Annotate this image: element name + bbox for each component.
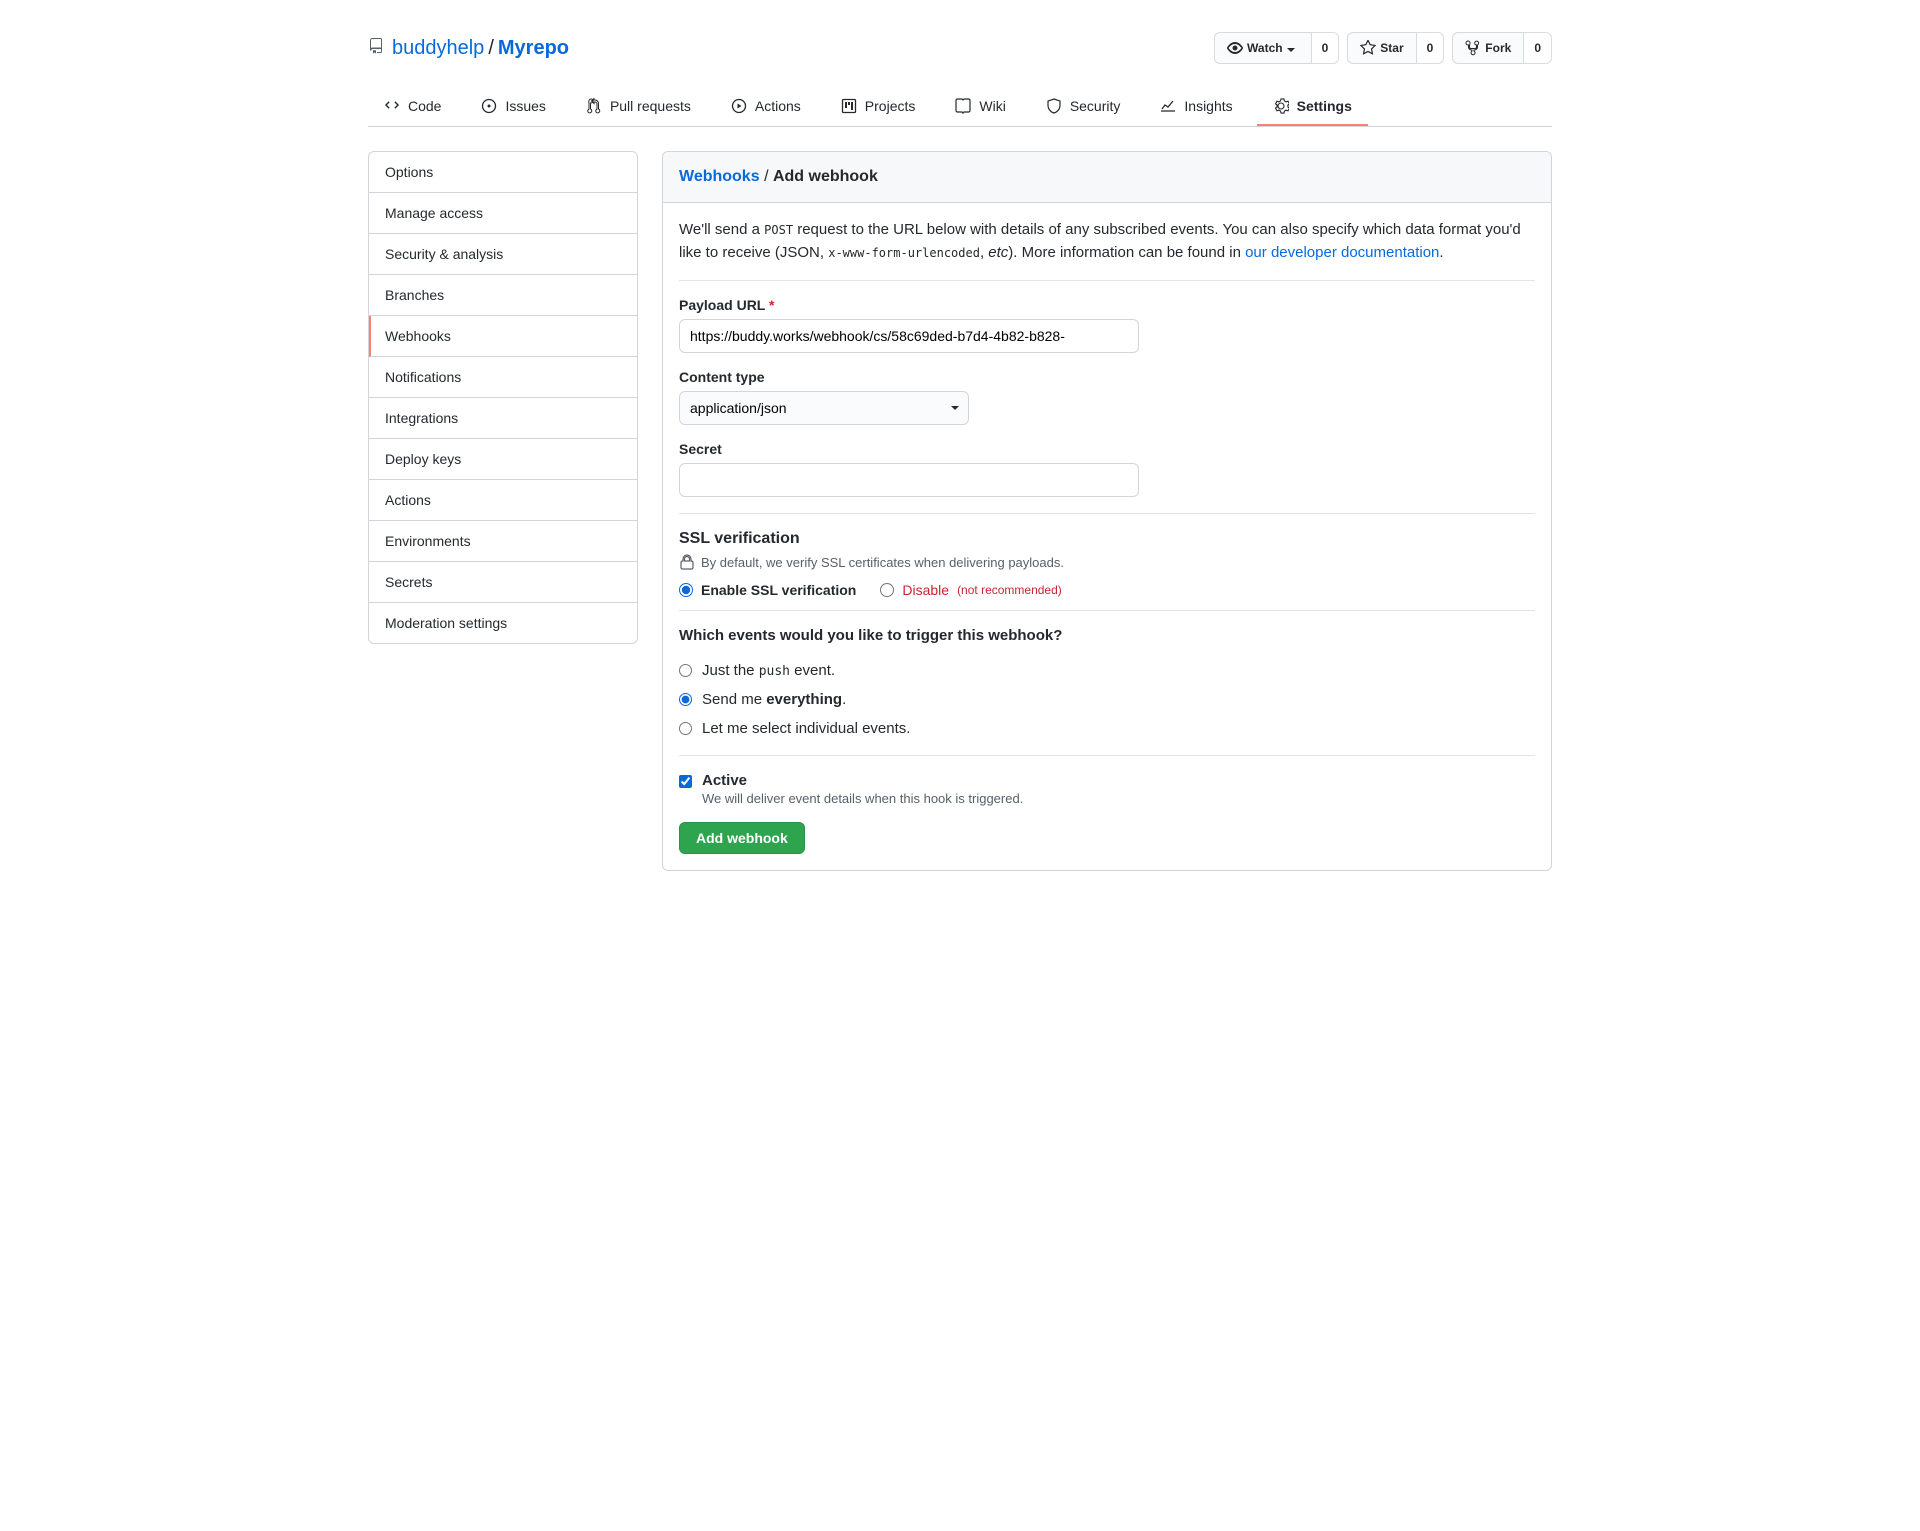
tab-insights[interactable]: Insights <box>1144 88 1248 126</box>
ssl-title: SSL verification <box>679 530 1535 548</box>
graph-icon <box>1160 98 1176 114</box>
payload-url-label: Payload URL * <box>679 297 1535 313</box>
eye-icon <box>1227 40 1243 56</box>
events-everything-radio[interactable] <box>679 693 692 706</box>
add-webhook-button[interactable]: Add webhook <box>679 822 805 854</box>
ssl-disable-option[interactable]: Disable (not recommended) <box>880 582 1061 598</box>
sidebar-item-options[interactable]: Options <box>369 152 637 193</box>
tab-settings[interactable]: Settings <box>1257 88 1368 126</box>
sidebar-item-integrations[interactable]: Integrations <box>369 398 637 439</box>
watch-count[interactable]: 0 <box>1312 32 1340 64</box>
tab-security[interactable]: Security <box>1030 88 1137 126</box>
tab-pull-requests[interactable]: Pull requests <box>570 88 707 126</box>
watch-button[interactable]: Watch <box>1214 32 1312 64</box>
ssl-note: By default, we verify SSL certificates w… <box>679 554 1535 570</box>
tab-issues[interactable]: Issues <box>465 88 561 126</box>
repo-nav: Code Issues Pull requests Actions Projec… <box>368 88 1552 127</box>
play-icon <box>731 98 747 114</box>
shield-icon <box>1046 98 1062 114</box>
events-push-radio[interactable] <box>679 664 692 677</box>
intro-text: We'll send a POST request to the URL bel… <box>679 219 1535 264</box>
watch-label: Watch <box>1247 38 1283 58</box>
events-select-option[interactable]: Let me select individual events. <box>679 714 1535 743</box>
code-icon <box>384 98 400 114</box>
ssl-enable-radio[interactable] <box>679 583 693 597</box>
crumb-sep: / <box>764 168 768 185</box>
fork-label: Fork <box>1485 38 1511 58</box>
fork-button[interactable]: Fork <box>1452 32 1524 64</box>
events-title: Which events would you like to trigger t… <box>679 627 1535 644</box>
fork-icon <box>1465 40 1481 56</box>
project-icon <box>841 98 857 114</box>
star-label: Star <box>1380 38 1403 58</box>
sidebar-item-notifications[interactable]: Notifications <box>369 357 637 398</box>
repo-icon <box>368 37 384 60</box>
ssl-disable-radio[interactable] <box>880 583 894 597</box>
fork-count[interactable]: 0 <box>1524 32 1552 64</box>
secret-input[interactable] <box>679 463 1139 497</box>
sidebar-item-deploy-keys[interactable]: Deploy keys <box>369 439 637 480</box>
star-icon <box>1360 40 1376 56</box>
page-title: Add webhook <box>773 168 878 185</box>
sidebar-item-webhooks[interactable]: Webhooks <box>369 316 637 357</box>
gear-icon <box>1273 98 1289 114</box>
tab-actions[interactable]: Actions <box>715 88 817 126</box>
sidebar-item-actions[interactable]: Actions <box>369 480 637 521</box>
content-type-label: Content type <box>679 369 1535 385</box>
pr-icon <box>586 98 602 114</box>
events-everything-option[interactable]: Send me everything. <box>679 685 1535 714</box>
star-button[interactable]: Star <box>1347 32 1416 64</box>
tab-code[interactable]: Code <box>368 88 457 126</box>
owner-link[interactable]: buddyhelp <box>392 37 484 60</box>
sidebar-item-security-analysis[interactable]: Security & analysis <box>369 234 637 275</box>
repo-link[interactable]: Myrepo <box>498 37 569 60</box>
dev-docs-link[interactable]: our developer documentation <box>1245 244 1439 261</box>
sidebar-item-moderation[interactable]: Moderation settings <box>369 603 637 643</box>
sidebar-item-manage-access[interactable]: Manage access <box>369 193 637 234</box>
content-type-select[interactable]: application/json <box>679 391 969 425</box>
lock-icon <box>679 554 695 570</box>
events-push-option[interactable]: Just the push event. <box>679 656 1535 685</box>
box-header: Webhooks / Add webhook <box>663 152 1551 203</box>
breadcrumb-sep: / <box>488 37 494 60</box>
settings-sidebar: Options Manage access Security & analysi… <box>368 151 638 644</box>
active-note: We will deliver event details when this … <box>702 791 1023 806</box>
tab-projects[interactable]: Projects <box>825 88 932 126</box>
issue-icon <box>481 98 497 114</box>
webhooks-link[interactable]: Webhooks <box>679 168 760 185</box>
caret-down-icon <box>1287 38 1299 58</box>
payload-url-input[interactable] <box>679 319 1139 353</box>
star-count[interactable]: 0 <box>1417 32 1445 64</box>
tab-wiki[interactable]: Wiki <box>939 88 1021 126</box>
ssl-enable-option[interactable]: Enable SSL verification <box>679 582 856 598</box>
active-label: Active <box>702 772 1023 789</box>
sidebar-item-branches[interactable]: Branches <box>369 275 637 316</box>
book-icon <box>955 98 971 114</box>
sidebar-item-environments[interactable]: Environments <box>369 521 637 562</box>
active-checkbox[interactable] <box>679 775 692 788</box>
sidebar-item-secrets[interactable]: Secrets <box>369 562 637 603</box>
secret-label: Secret <box>679 441 1535 457</box>
events-select-radio[interactable] <box>679 722 692 735</box>
